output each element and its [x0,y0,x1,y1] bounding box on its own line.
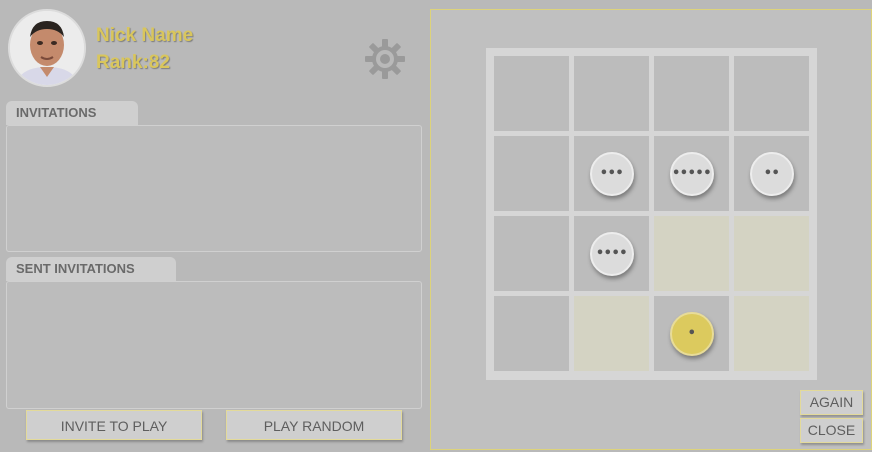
board-cell[interactable] [494,296,569,371]
board-cell[interactable] [734,296,809,371]
profile-rank: Rank:82 [96,52,170,73]
board-cell[interactable] [574,296,649,371]
game-piece[interactable]: •• [749,151,794,196]
game-piece[interactable]: ••••• [669,151,714,196]
sent-invitations-list [6,281,422,409]
play-random-button[interactable]: PLAY RANDOM [226,410,402,440]
board-cell[interactable] [654,216,729,291]
tab-invitations[interactable]: INVITATIONS [6,101,138,125]
board-cell[interactable] [734,216,809,291]
again-button[interactable]: AGAIN [800,390,863,415]
user-photo [10,11,84,85]
board-cell[interactable] [494,56,569,131]
tab-sent-invitations[interactable]: SENT INVITATIONS [6,257,176,281]
board-cell[interactable] [494,136,569,211]
game-area: ••• ••••• •• •••• • [430,9,872,450]
board-cell[interactable] [574,56,649,131]
close-button[interactable]: CLOSE [800,418,863,443]
player-piece[interactable]: • [669,311,714,356]
game-piece[interactable]: ••• [589,151,634,196]
profile-name: Nick Name [96,25,194,46]
invitations-list [6,125,422,252]
invite-to-play-button[interactable]: INVITE TO PLAY [26,410,202,440]
game-board: ••• ••••• •• •••• • [486,48,817,380]
gear-icon[interactable] [364,38,406,80]
board-cell[interactable] [494,216,569,291]
board-cell[interactable] [734,56,809,131]
board-cell[interactable] [654,56,729,131]
game-piece[interactable]: •••• [589,231,634,276]
avatar [8,9,86,87]
